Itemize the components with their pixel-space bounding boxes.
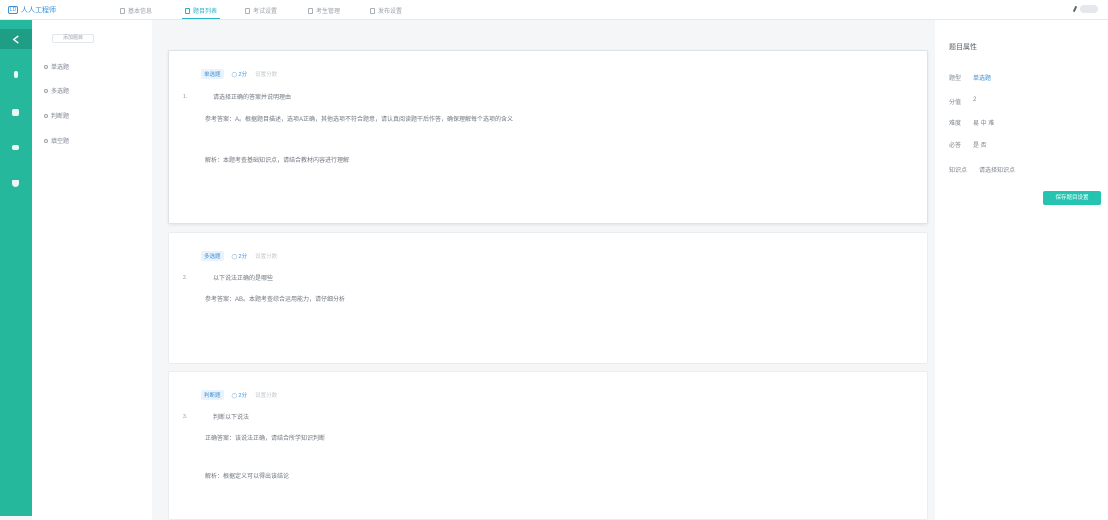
bullet-icon bbox=[44, 113, 48, 118]
sidebar-item-multi-choice[interactable]: 多选题 bbox=[44, 86, 69, 95]
music-icon[interactable] bbox=[9, 68, 22, 81]
knowledge-select[interactable]: 请选择知识点 bbox=[979, 165, 1015, 174]
settings-icon bbox=[245, 7, 250, 14]
share-icon[interactable] bbox=[0, 29, 32, 49]
tab-publish[interactable]: 发布设置 bbox=[370, 6, 402, 15]
prop-label: 题型 bbox=[949, 76, 962, 82]
score-hint: 设置分数 bbox=[255, 72, 278, 78]
prop-value[interactable]: 单选题 bbox=[973, 73, 991, 82]
answer-text: 正确答案：该说法正确，请结合所学知识判断 bbox=[205, 436, 326, 442]
question-type-tag: 判断题 bbox=[201, 390, 224, 400]
sidebar-item-fill-blank[interactable]: 填空题 bbox=[44, 136, 69, 145]
bullet-icon bbox=[44, 138, 48, 143]
user-area[interactable] bbox=[1072, 5, 1098, 13]
prop-required[interactable]: 必答 是 否 bbox=[949, 140, 987, 149]
question-stem: 以下说法正确的是哪些 bbox=[213, 276, 274, 282]
doc-icon[interactable] bbox=[9, 106, 22, 119]
question-type-tag: 多选题 bbox=[201, 251, 224, 261]
tab-label: 考试设置 bbox=[253, 9, 278, 15]
question-meta: 判断题 2分 设置分数 bbox=[201, 390, 277, 400]
tab-question-list[interactable]: 题目列表 bbox=[181, 6, 221, 19]
prop-value[interactable]: 2 bbox=[973, 97, 976, 106]
list-icon bbox=[185, 7, 190, 14]
score-hint: 设置分数 bbox=[255, 393, 278, 399]
question-card[interactable]: 判断题 2分 设置分数 3. 判断以下说法 正确答案：该说法正确，请结合所学知识… bbox=[168, 371, 928, 520]
score-button[interactable]: 2分 bbox=[232, 391, 248, 399]
tab-label: 考生管理 bbox=[316, 9, 341, 15]
difficulty-selector[interactable]: 易 中 难 bbox=[973, 118, 994, 127]
prop-type[interactable]: 题型 单选题 bbox=[949, 73, 991, 82]
question-type-tag: 单选题 bbox=[201, 69, 224, 79]
save-settings-button[interactable]: 保存题目设置 bbox=[1043, 191, 1101, 205]
tab-label: 题目列表 bbox=[193, 9, 218, 15]
required-toggle[interactable]: 是 否 bbox=[973, 140, 987, 149]
panel-title: 题目属性 bbox=[949, 44, 977, 51]
edit-icon[interactable] bbox=[1072, 5, 1078, 13]
sidebar-item-label: 判断题 bbox=[51, 114, 70, 120]
question-number: 3. bbox=[183, 414, 188, 420]
bullet-icon bbox=[44, 64, 48, 69]
answer-text: 参考答案：A。根据题目描述，选项A正确，其他选项不符合题意，请认真阅读题干后作答… bbox=[205, 117, 514, 123]
prop-label: 知识点 bbox=[949, 168, 968, 174]
score-button[interactable]: 2分 bbox=[232, 252, 248, 260]
publish-icon bbox=[370, 7, 375, 14]
top-bar: LD 人人工程师 基本信息 题目列表 考试设置 考生管理 发布设置 bbox=[0, 0, 1108, 20]
icon-rail bbox=[0, 20, 32, 516]
sidebar-item-single-choice[interactable]: 单选题 bbox=[44, 62, 69, 71]
prop-label: 必答 bbox=[949, 143, 962, 149]
prop-difficulty[interactable]: 难度 易 中 难 bbox=[949, 118, 994, 127]
score-button[interactable]: 2分 bbox=[232, 70, 248, 78]
logo-mark: LD bbox=[8, 6, 18, 14]
question-list: 单选题 2分 设置分数 1. 请选择正确的答案并说明理由 参考答案：A。根据题目… bbox=[157, 20, 930, 520]
prop-label: 难度 bbox=[949, 121, 962, 127]
question-number: 2. bbox=[183, 275, 188, 281]
question-type-sidebar: 添加题目 单选题 多选题 判断题 填空题 bbox=[32, 20, 152, 520]
app-logo[interactable]: LD 人人工程师 bbox=[8, 5, 56, 15]
tab-label: 基本信息 bbox=[128, 9, 153, 15]
file-icon bbox=[120, 7, 125, 14]
tab-candidates[interactable]: 考生管理 bbox=[308, 6, 340, 15]
user-icon bbox=[308, 7, 313, 14]
question-stem: 请选择正确的答案并说明理由 bbox=[213, 95, 292, 101]
analysis-text: 解析：根据定义可以得出该结论 bbox=[205, 474, 290, 480]
prop-score[interactable]: 分值 2 bbox=[949, 97, 976, 106]
avatar[interactable] bbox=[1080, 5, 1098, 13]
question-meta: 多选题 2分 设置分数 bbox=[201, 251, 277, 261]
tab-basic-info[interactable]: 基本信息 bbox=[120, 6, 152, 15]
prop-knowledge[interactable]: 知识点 请选择知识点 bbox=[949, 165, 1015, 174]
question-meta: 单选题 2分 设置分数 bbox=[201, 69, 277, 79]
sidebar-item-label: 多选题 bbox=[51, 89, 70, 95]
properties-panel: 题目属性 题型 单选题 分值 2 难度 易 中 难 必答 是 否 知识点 请选择… bbox=[935, 20, 1108, 520]
bullet-icon bbox=[44, 88, 48, 93]
question-stem: 判断以下说法 bbox=[213, 415, 250, 421]
sidebar-item-true-false[interactable]: 判断题 bbox=[44, 111, 69, 120]
question-card[interactable]: 单选题 2分 设置分数 1. 请选择正确的答案并说明理由 参考答案：A。根据题目… bbox=[168, 50, 928, 224]
sidebar-item-label: 填空题 bbox=[51, 139, 70, 145]
answer-text: 参考答案：AB。本题考查综合运用能力，请仔细分析 bbox=[205, 297, 346, 303]
add-question-header[interactable]: 添加题目 bbox=[52, 34, 94, 43]
app-title: 人人工程师 bbox=[21, 7, 56, 14]
sidebar-item-label: 单选题 bbox=[51, 65, 70, 71]
tab-exam-settings[interactable]: 考试设置 bbox=[245, 6, 277, 15]
analysis-text: 解析：本题考查基础知识点，请结合教材内容进行理解 bbox=[205, 158, 350, 164]
score-hint: 设置分数 bbox=[255, 254, 278, 260]
chat-icon[interactable] bbox=[9, 141, 22, 154]
shield-icon[interactable] bbox=[9, 177, 22, 190]
prop-label: 分值 bbox=[949, 100, 962, 106]
question-card[interactable]: 多选题 2分 设置分数 2. 以下说法正确的是哪些 参考答案：AB。本题考查综合… bbox=[168, 232, 928, 364]
question-number: 1. bbox=[183, 94, 188, 100]
tab-label: 发布设置 bbox=[378, 9, 403, 15]
